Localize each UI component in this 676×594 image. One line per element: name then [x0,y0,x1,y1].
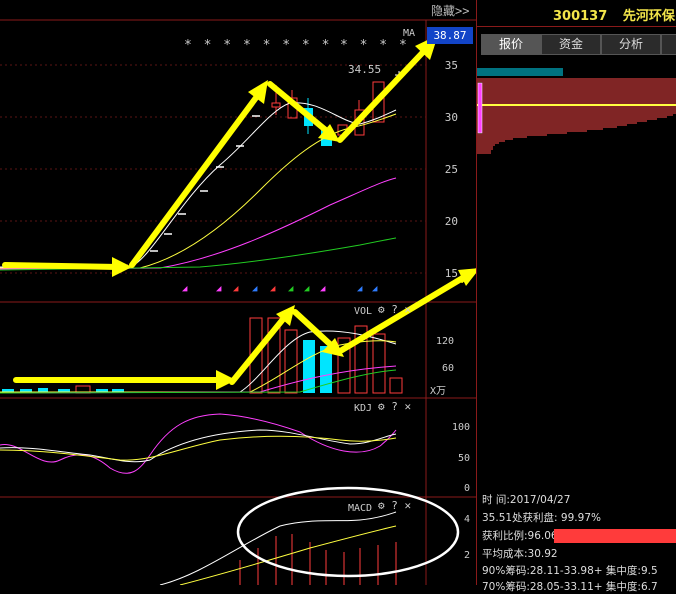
ma5-line [0,102,397,268]
help-icon[interactable]: ? [391,400,398,413]
y-tick-15: 15 [445,267,458,280]
stock-name: 先河环保 [622,9,675,24]
svg-text:◢: ◢ [304,284,310,294]
signal-markers: ◢ ◢ ◢ ◢ ◢ ◢ ◢ ◢ ◢ ◢ [182,284,378,294]
svg-text:◢: ◢ [270,284,276,294]
grid [0,64,426,274]
high-marker-label: 34.55 [348,63,381,76]
kdj-tick-50: 50 [458,453,470,464]
kdj-k-line [0,429,397,463]
settings-icon[interactable]: ⚙ [378,400,385,413]
chip-red [477,78,676,154]
svg-text:◢: ◢ [320,284,326,294]
y-tick-25: 25 [445,163,458,176]
chip-90: 90%筹码:28.11-33.98+ 集中度:9.5 [482,565,658,577]
close-icon[interactable]: ✕ [405,303,412,316]
svg-text:◢: ◢ [372,284,378,294]
kdj-tick-0: 0 [464,483,470,494]
tab-quote[interactable]: 报价 [481,34,541,55]
tab-funds[interactable]: 资金 [541,34,601,55]
stars-right: * * * * [340,38,409,53]
kdj-panel-icons: ⚙ ? ✕ [378,400,411,413]
vol-label: VOL [354,306,372,317]
svg-text:◢: ◢ [288,284,294,294]
chip-blue [477,68,563,76]
profit-at-price: 35.51处获利盘: 99.97% [482,512,601,524]
time-value: 2017/04/27 [509,494,571,506]
avg-cost: 平均成本:30.92 [482,548,558,560]
svg-text:◢: ◢ [182,284,188,294]
chip-bracket [477,82,483,134]
stock-title: 300137 先河环保 [553,5,675,24]
close-icon[interactable]: ✕ [405,400,412,413]
vol-tick-120: 120 [436,336,454,347]
vol-unit: X万 [430,386,446,397]
macd-label: MACD [348,503,372,514]
svg-text:◢: ◢ [252,284,258,294]
macd-tick-2: 2 [464,550,470,561]
kdj-j-line [0,413,397,474]
y-tick-20: 20 [445,215,458,228]
y-tick-30: 30 [445,111,458,124]
quote-panel: 300137 先河环保 报价 资金 分析 时 间:2017/04/27 35.5… [476,0,676,593]
macd-panel-icons: ⚙ ? ✕ [378,499,411,512]
tab-more[interactable] [661,34,676,55]
time-label: 时 间: [482,494,510,506]
chart-canvas: 35 30 25 20 15 MA * * * * * * * * * * * … [0,19,496,586]
stock-code: 300137 [553,9,608,24]
chip-distribution [477,68,676,154]
kdj-d-line [0,435,397,461]
settings-icon[interactable]: ⚙ [378,303,385,316]
help-icon[interactable]: ? [391,303,398,316]
kline-chart-area[interactable]: 35 30 25 20 15 MA * * * * * * * * * * * … [0,0,496,586]
macd-tick-4: 4 [464,514,470,525]
svg-text:◢: ◢ [357,284,363,294]
settings-icon[interactable]: ⚙ [378,499,385,512]
close-icon[interactable]: ✕ [405,499,412,512]
macd-dif-line [159,511,397,586]
kdj-label: KDJ [354,403,372,414]
svg-text:◢: ◢ [233,284,239,294]
kdj-tick-100: 100 [452,422,470,433]
hide-panel-button[interactable]: 隐藏>> [431,2,472,19]
current-price-box: 38.87 [427,27,473,44]
profit-ratio-bar [554,529,676,543]
y-tick-35: 35 [445,59,458,72]
tab-analysis[interactable]: 分析 [601,34,661,55]
svg-text:◢: ◢ [216,284,222,294]
time-row: 时 间:2017/04/27 [482,492,570,507]
vol-tick-60: 60 [442,363,454,374]
vol-panel-icons: ⚙ ? ✕ [378,303,411,316]
chip-70: 70%筹码:28.05-33.11+ 集中度:6.7 [482,581,658,593]
annotation-arrows [2,35,496,390]
help-icon[interactable]: ? [391,499,398,512]
annotation-ellipse [236,486,460,578]
limit-up-dashes [150,115,260,252]
stars-left: * * * * * * * * [184,38,331,53]
ma20-line [0,177,397,270]
profit-ratio-label: 获利比例: [482,530,528,542]
